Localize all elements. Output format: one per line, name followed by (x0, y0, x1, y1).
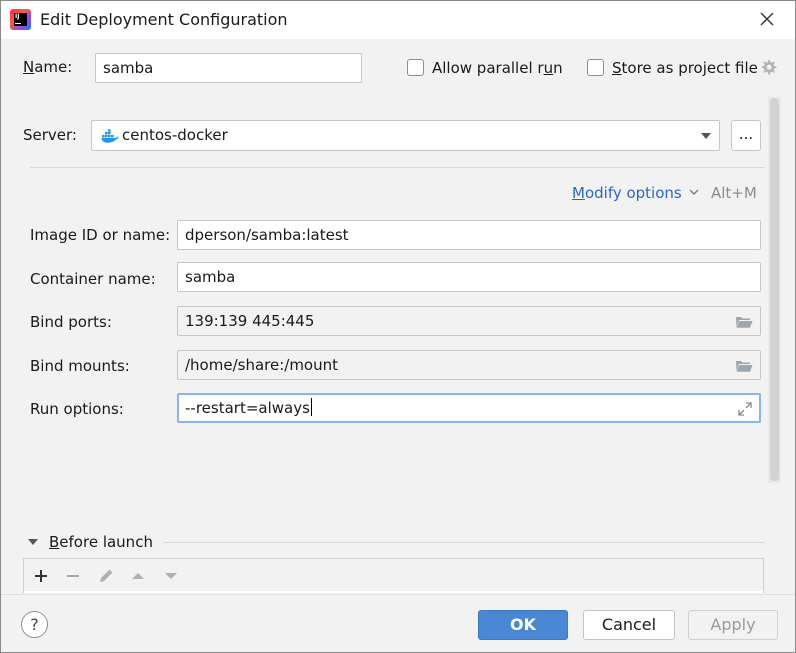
before-launch-text: efore launch (59, 533, 153, 551)
cancel-button[interactable]: Cancel (583, 610, 675, 640)
image-label: Image ID or name: (30, 226, 171, 244)
name-label: Name: (23, 58, 72, 76)
before-launch-label[interactable]: Before launch (49, 533, 153, 551)
before-launch-list (24, 591, 763, 593)
deployment-dialog: IJ Edit Deployment Configuration Name: s… (0, 0, 796, 653)
store-project-text: tore as project file (621, 59, 758, 77)
modify-options-mnemonic: M (572, 184, 585, 202)
chevron-down-icon[interactable] (689, 189, 699, 196)
modify-options-link[interactable]: Modify options (572, 184, 682, 202)
image-input[interactable]: dperson/samba:latest (177, 220, 761, 250)
mounts-input[interactable]: /home/share:/mount (177, 350, 761, 380)
allow-parallel-text-a: Allow parallel r (432, 59, 544, 77)
before-launch-divider (163, 542, 765, 543)
title-bar: IJ Edit Deployment Configuration (1, 1, 795, 39)
gear-icon[interactable] (760, 59, 777, 76)
collapse-triangle-icon[interactable] (27, 537, 39, 547)
store-project-mnemonic: S (612, 59, 622, 77)
window-title: Edit Deployment Configuration (40, 10, 288, 29)
ports-value: 139:139 445:445 (185, 312, 315, 330)
run-options-label: Run options: (30, 400, 124, 418)
scrollbar-thumb[interactable] (770, 98, 779, 481)
docker-whale-icon (101, 129, 119, 143)
add-icon[interactable] (32, 567, 50, 585)
name-label-rest: ame: (34, 58, 73, 76)
allow-parallel-text-b: n (553, 59, 563, 77)
store-project-checkbox[interactable] (587, 59, 604, 76)
mounts-value: /home/share:/mount (185, 356, 339, 374)
server-more-button[interactable]: ... (731, 120, 761, 151)
remove-icon[interactable] (64, 567, 82, 585)
edit-pencil-icon[interactable] (97, 567, 115, 585)
expand-icon[interactable] (737, 401, 753, 417)
close-button[interactable] (753, 7, 781, 33)
chevron-down-icon (701, 133, 711, 139)
container-input[interactable]: samba (177, 262, 761, 292)
run-options-input[interactable]: --restart=always (177, 393, 761, 423)
footer-divider (1, 594, 795, 595)
server-label: Server: (23, 126, 77, 144)
allow-parallel-checkbox[interactable] (407, 59, 424, 76)
modify-options-shortcut: Alt+M (711, 184, 757, 202)
mounts-label: Bind mounts: (30, 357, 130, 375)
allow-parallel-label[interactable]: Allow parallel run (432, 59, 563, 77)
move-down-icon[interactable] (162, 567, 180, 585)
server-select[interactable]: centos-docker (91, 120, 720, 151)
before-launch-mnemonic: B (49, 533, 60, 551)
move-up-icon[interactable] (129, 567, 147, 585)
folder-icon[interactable] (735, 359, 753, 373)
apply-button[interactable]: Apply (688, 610, 778, 640)
container-label: Container name: (30, 270, 156, 288)
name-label-mnemonic: N (23, 58, 35, 76)
store-project-label[interactable]: Store as project file (612, 59, 758, 77)
intellij-app-icon: IJ (10, 9, 31, 30)
separator (30, 167, 765, 168)
name-input[interactable]: samba (95, 53, 362, 83)
ok-button[interactable]: OK (478, 610, 568, 640)
allow-parallel-mnemonic: u (543, 59, 554, 77)
ports-label: Bind ports: (30, 313, 112, 331)
modify-options-text: odify options (584, 184, 682, 202)
ports-input[interactable]: 139:139 445:445 (177, 306, 761, 336)
close-icon (760, 12, 774, 26)
help-button[interactable]: ? (21, 611, 48, 638)
folder-icon[interactable] (735, 315, 753, 329)
server-select-value: centos-docker (122, 126, 228, 144)
run-options-value: --restart=always (185, 399, 310, 417)
text-caret (310, 398, 312, 416)
